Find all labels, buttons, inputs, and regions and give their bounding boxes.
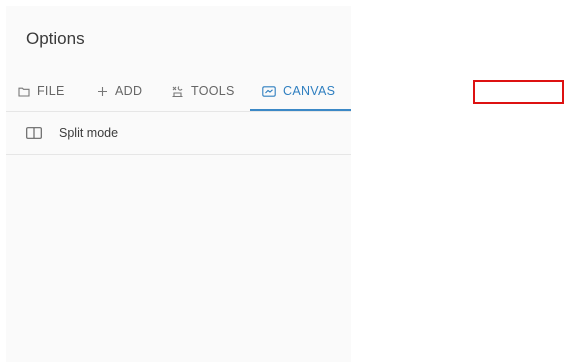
canvas-icon	[262, 85, 276, 97]
tab-tools-label: TOOLS	[191, 84, 235, 98]
tab-add[interactable]: ADD	[97, 70, 142, 112]
tab-canvas-label: CANVAS	[283, 84, 336, 98]
tab-file[interactable]: FILE	[18, 70, 65, 112]
panel-title: Options	[26, 29, 85, 48]
plus-icon	[97, 86, 108, 97]
tab-add-label: ADD	[115, 84, 143, 98]
tools-icon	[171, 85, 184, 98]
split-mode-label: Split mode	[59, 126, 119, 140]
tab-tools[interactable]: TOOLS	[171, 70, 235, 112]
highlight-box	[473, 80, 564, 104]
split-view-icon	[26, 127, 42, 139]
split-mode-option[interactable]: Split mode	[6, 112, 351, 155]
tab-bar: FILE ADD TOOLS CANVAS	[6, 70, 351, 112]
tab-file-label: FILE	[37, 84, 65, 98]
folder-icon	[18, 86, 30, 97]
options-panel: Options FILE ADD TOOLS CANVAS Split mode	[6, 6, 351, 362]
tab-canvas[interactable]: CANVAS	[262, 70, 335, 112]
active-tab-indicator	[250, 109, 351, 111]
